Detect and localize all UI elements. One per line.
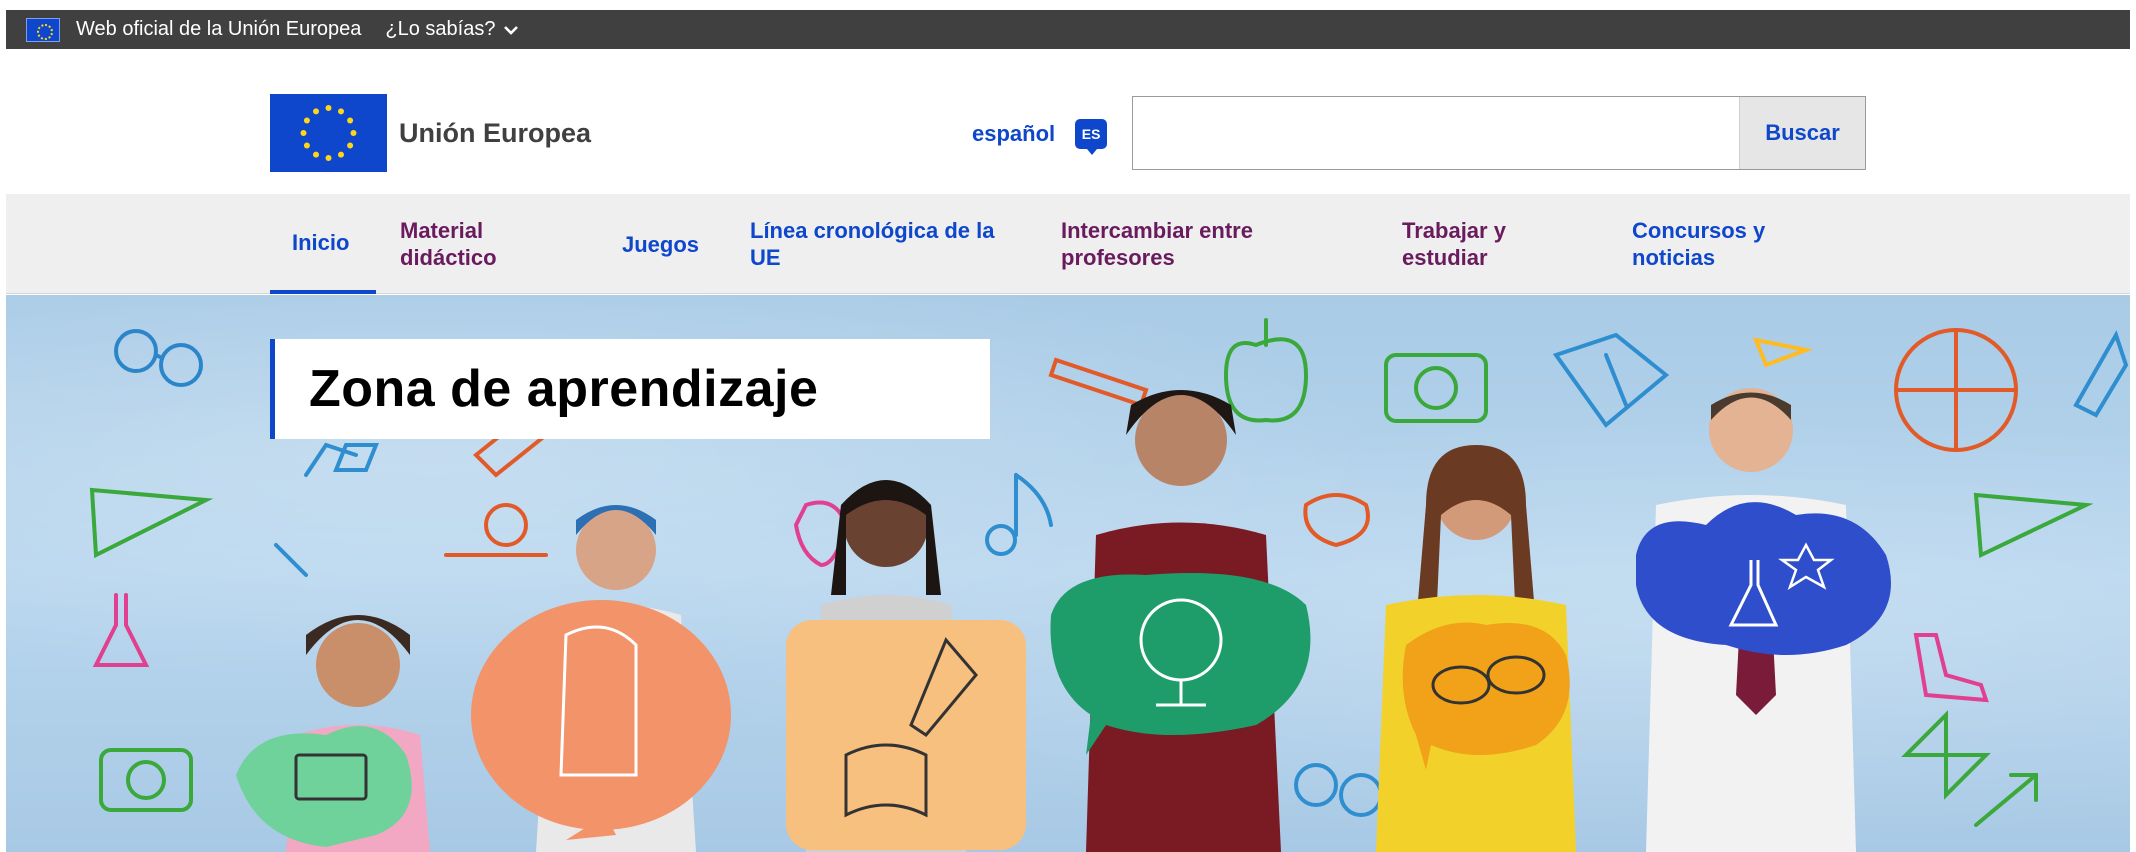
shoe-doodle-icon — [1913, 633, 1989, 703]
nav-item-inicio[interactable]: Inicio — [270, 194, 376, 294]
nav-item-label: Juegos — [622, 231, 700, 257]
nav-item-intercambiar-profesores[interactable]: Intercambiar entre profesores — [1061, 194, 1301, 294]
nav-item-juegos[interactable]: Juegos — [622, 194, 712, 294]
flask-doodle-icon — [92, 593, 150, 667]
official-site-text: Web oficial de la Unión Europea — [76, 18, 362, 40]
nav-item-label-2: estudiar — [1402, 245, 1488, 270]
did-you-know-toggle[interactable]: ¿Lo sabías? — [385, 18, 519, 41]
site-name: Unión Europea — [399, 117, 592, 148]
eu-flag-icon — [270, 94, 387, 172]
person-3 — [786, 480, 1026, 852]
hero-banner: Zona de aprendizaje — [6, 295, 2130, 852]
basketball-doodle-icon — [1894, 328, 2018, 452]
nav-item-label: Línea cronológica de la — [750, 218, 995, 243]
nav-item-label: Intercambiar entre — [1061, 218, 1253, 243]
nav-item-label: Trabajar y — [1402, 218, 1506, 243]
rocket-doodle-icon — [2073, 330, 2129, 418]
nav-item-label-2: didáctico — [400, 245, 497, 270]
apple-doodle-icon — [1223, 318, 1309, 423]
triangle-ruler-doodle-icon — [1973, 492, 2094, 559]
triangle-ruler-doodle-icon — [89, 487, 214, 559]
search-input[interactable] — [1133, 97, 1739, 169]
main-navigation: Inicio Material didáctico Juegos Línea c… — [6, 194, 2130, 294]
lamp-doodle-icon — [274, 442, 379, 577]
chevron-down-icon — [503, 24, 519, 36]
book-doodle-icon — [1552, 332, 1670, 428]
person-5 — [1376, 445, 1576, 852]
search-button[interactable]: Buscar — [1739, 97, 1865, 169]
person-6 — [1636, 388, 1891, 852]
teapot-doodle-icon — [1303, 493, 1370, 548]
pencil-doodle-icon — [1048, 357, 1149, 408]
official-eu-bar: Web oficial de la Unión Europea ¿Lo sabí… — [6, 10, 2130, 49]
language-label: español — [972, 121, 1056, 146]
person-4 — [1050, 390, 1311, 852]
person-2 — [471, 505, 731, 852]
nav-item-label-2: noticias — [1632, 245, 1716, 270]
search-form: Buscar — [1132, 96, 1866, 170]
page-title: Zona de aprendizaje — [309, 360, 819, 418]
glasses-doodle-icon — [1294, 763, 1383, 817]
nav-item-label: Material — [400, 218, 484, 243]
arrow-doodle-icon — [1974, 773, 2038, 827]
nav-item-label: Inicio — [292, 229, 350, 255]
person-1 — [236, 615, 430, 852]
language-selector[interactable]: español ES — [972, 119, 1108, 155]
nav-item-concursos-noticias[interactable]: Concursos y noticias — [1632, 194, 1792, 294]
eu-flag-icon — [26, 17, 60, 42]
eu-logo-link[interactable]: Unión Europea — [270, 94, 591, 172]
nav-item-label-2: UE — [750, 245, 781, 270]
nav-item-material-didactico[interactable]: Material didáctico — [400, 194, 550, 294]
language-badge-icon: ES — [1075, 119, 1108, 155]
nav-item-label-2: profesores — [1061, 245, 1175, 270]
paper-plane-doodle-icon — [1752, 337, 1814, 368]
nav-item-linea-cronologica[interactable]: Línea cronológica de la UE — [750, 194, 1020, 294]
site-header: Unión Europea español ES Buscar — [0, 49, 2136, 194]
camera-doodle-icon — [1384, 353, 1488, 423]
pinwheel-doodle-icon — [1901, 710, 1991, 800]
music-note-doodle-icon — [985, 473, 1053, 556]
did-you-know-label: ¿Lo sabías? — [385, 18, 496, 40]
hero-title-box: Zona de aprendizaje — [270, 339, 990, 439]
nav-item-label: Concursos y — [1632, 218, 1766, 243]
nav-item-trabajar-estudiar[interactable]: Trabajar y estudiar — [1402, 194, 1562, 294]
camera-doodle-icon — [99, 748, 193, 812]
glasses-doodle-icon — [114, 329, 203, 387]
